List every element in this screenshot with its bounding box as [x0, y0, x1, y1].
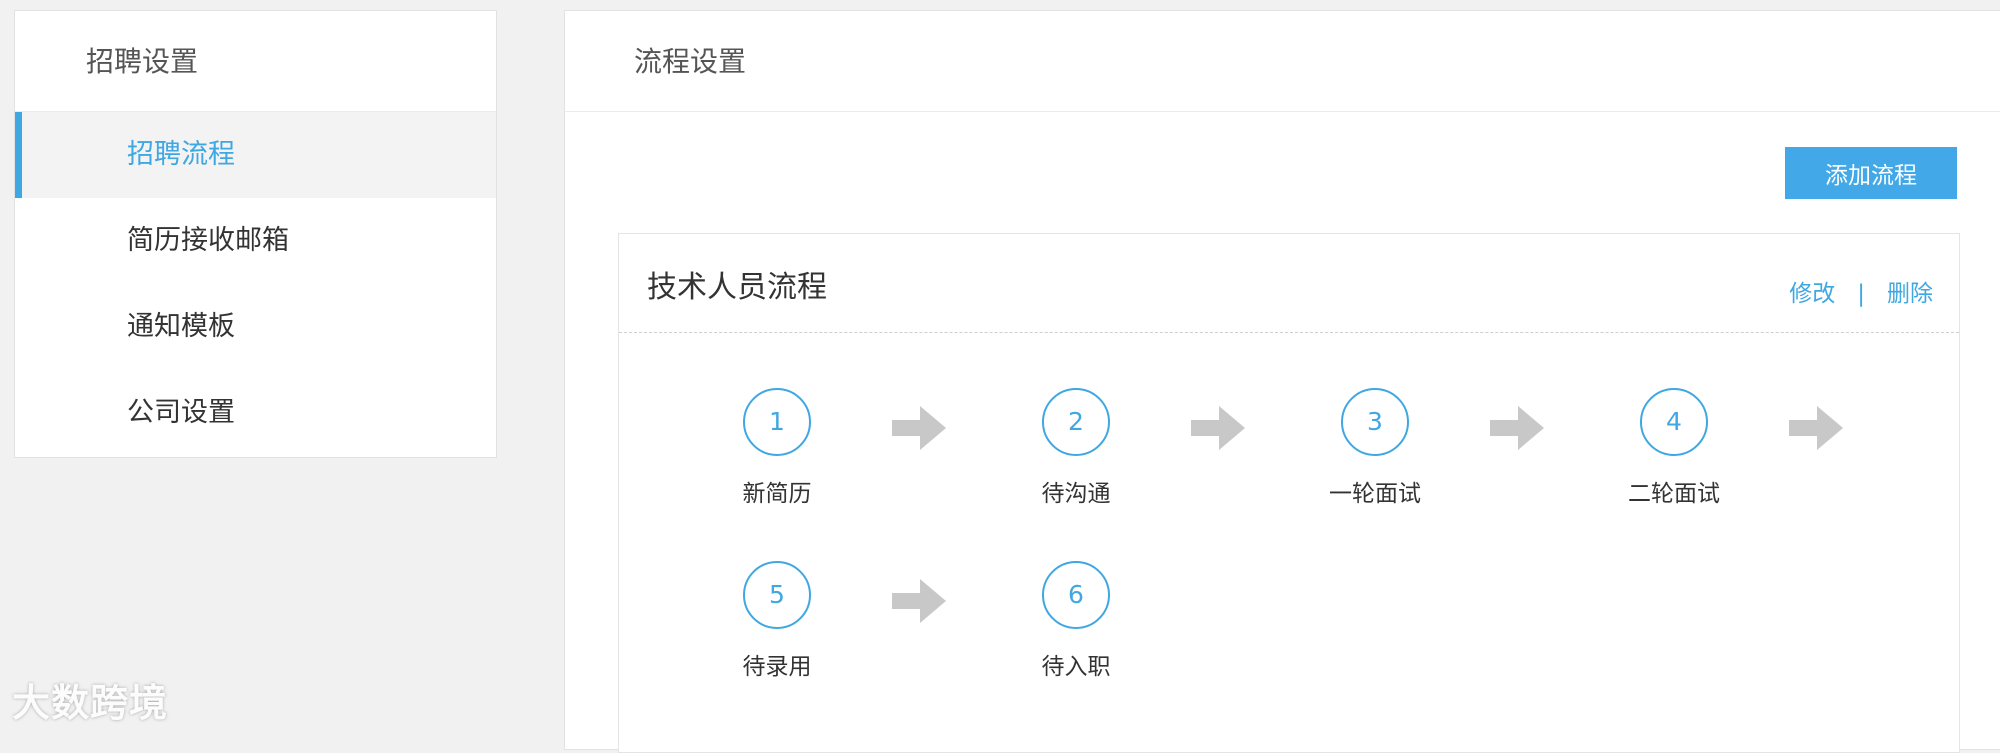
step-label: 一轮面试: [1329, 481, 1421, 507]
step-label: 待录用: [742, 654, 812, 680]
main-panel: 流程设置 添加流程 技术人员流程 修改 | 删除 1 新简历 2 待沟通 3 一轮面…: [564, 10, 2000, 753]
arrow-right-icon: [1490, 406, 1544, 450]
sidebar-item-company-settings[interactable]: 公司设置: [15, 370, 496, 456]
arrow-right-icon: [892, 579, 946, 623]
arrow-right-icon: [1789, 406, 1843, 450]
flow-step: 3 一轮面试: [1300, 388, 1450, 508]
flow-title: 技术人员流程: [647, 270, 827, 305]
delete-link[interactable]: 删除: [1887, 281, 1933, 307]
flow-card-header: 技术人员流程 修改 | 删除: [619, 234, 1959, 333]
step-number-circle: 1: [743, 388, 811, 456]
flow-step: 4 二轮面试: [1599, 388, 1749, 508]
step-number-circle: 4: [1640, 388, 1708, 456]
sidebar-title: 招聘设置: [15, 11, 496, 112]
arrow-right-icon: [892, 406, 946, 450]
page-title: 流程设置: [565, 11, 2000, 112]
step-label: 二轮面试: [1628, 481, 1720, 507]
flow-step: 6 待入职: [1001, 561, 1151, 681]
flow-card: 技术人员流程 修改 | 删除 1 新简历 2 待沟通 3 一轮面试 4 二轮面试: [618, 233, 1960, 753]
step-number-circle: 3: [1341, 388, 1409, 456]
step-number-circle: 6: [1042, 561, 1110, 629]
add-flow-button[interactable]: 添加流程: [1785, 147, 1957, 199]
flow-step: 1 新简历: [702, 388, 852, 508]
watermark-logo: 大数跨境: [12, 681, 169, 725]
step-label: 待入职: [1041, 654, 1111, 680]
sidebar-item-recruit-flow[interactable]: 招聘流程: [15, 112, 496, 198]
sidebar-item-notify-template[interactable]: 通知模板: [15, 284, 496, 370]
step-label: 待沟通: [1041, 481, 1111, 507]
step-number-circle: 5: [743, 561, 811, 629]
sidebar: 招聘设置 招聘流程 简历接收邮箱 通知模板 公司设置: [14, 10, 497, 458]
step-label: 新简历: [742, 481, 812, 507]
arrow-right-icon: [1191, 406, 1245, 450]
sidebar-item-resume-mailbox[interactable]: 简历接收邮箱: [15, 198, 496, 284]
step-number-circle: 2: [1042, 388, 1110, 456]
flow-step: 5 待录用: [702, 561, 852, 681]
flow-step: 2 待沟通: [1001, 388, 1151, 508]
flow-actions: 修改 | 删除: [1789, 274, 1933, 308]
edit-link[interactable]: 修改: [1789, 281, 1835, 307]
action-separator: |: [1857, 281, 1865, 307]
